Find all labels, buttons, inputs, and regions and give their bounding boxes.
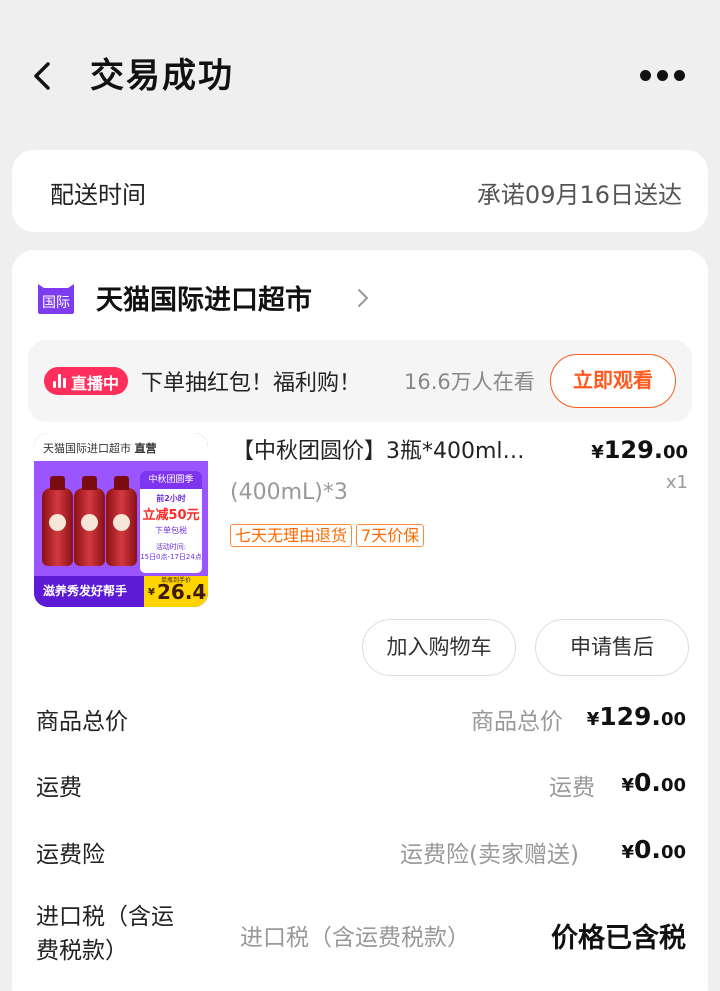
delivery-label: 配送时间 <box>50 181 146 209</box>
order-card: 国际 天猫国际进口超市 直播中 下单抽红包！福利购！ 16.6万人在看 立即观看… <box>12 250 708 991</box>
product-thumbnail[interactable]: 天猫国际进口超市 直营 中秋团圆季 前2小时 立减50元 下单包税 活动时间: 1… <box>34 433 208 607</box>
delivery-promise: 承诺09月16日送达 <box>476 181 682 209</box>
request-after-sale-button[interactable]: 申请售后 <box>535 619 689 676</box>
product-price: ¥129.00 <box>591 436 688 464</box>
shampoo-bottle-icon <box>74 476 105 566</box>
service-tag: 七天无理由退货 <box>230 524 353 547</box>
live-viewer-count: 16.6万人在看 <box>404 370 535 394</box>
shipping-amount: ¥0.00 <box>621 768 687 797</box>
page-title: 交易成功 <box>90 56 234 96</box>
product-spec: (400mL)*3 <box>230 480 348 505</box>
thumb-store-banner: 天猫国际进口超市 直营 <box>34 433 208 461</box>
chevron-left-icon[interactable] <box>28 58 58 94</box>
live-promo-text: 下单抽红包！福利购！ <box>141 371 362 396</box>
shampoo-bottle-icon <box>106 476 137 566</box>
svg-text:国际: 国际 <box>42 295 70 311</box>
live-bars-icon <box>53 374 67 388</box>
tmall-global-logo: 国际 <box>38 284 74 314</box>
watch-now-button[interactable]: 立即观看 <box>550 354 676 408</box>
chevron-right-icon[interactable] <box>355 286 371 310</box>
more-dots-icon[interactable] <box>636 66 686 86</box>
product-title[interactable]: 【中秋团圆价】3瓶*400ml… <box>232 433 525 465</box>
top-bar: 交易成功 <box>0 0 720 145</box>
thumb-product-shot: 中秋团圆季 前2小时 立减50元 下单包税 活动时间: 15日0点-17日24点 <box>34 461 208 576</box>
subtotal-amount: ¥129.00 <box>586 702 686 731</box>
thumb-promo-card: 中秋团圆季 前2小时 立减50元 下单包税 活动时间: 15日0点-17日24点 <box>140 471 202 573</box>
import-tax-value: 价格已含税 <box>551 923 686 954</box>
shop-name[interactable]: 天猫国际进口超市 <box>96 278 312 317</box>
service-tag: 7天价保 <box>356 524 425 547</box>
delivery-card: 配送时间 承诺09月16日送达 <box>12 150 708 232</box>
add-to-cart-button[interactable]: 加入购物车 <box>362 619 516 676</box>
thumb-unit-price: 单瓶到手价 ¥26.4 <box>144 576 208 607</box>
live-stream-banner[interactable]: 直播中 下单抽红包！福利购！ 16.6万人在看 立即观看 <box>28 340 692 422</box>
thumb-slogan-bar: 滋养秀发好帮手 单瓶到手价 ¥26.4 <box>34 576 208 607</box>
live-badge: 直播中 <box>44 367 128 395</box>
shipping-insurance-amount: ¥0.00 <box>621 835 687 864</box>
service-tags: 七天无理由退货 7天价保 <box>230 524 428 547</box>
shampoo-bottle-icon <box>42 476 73 566</box>
product-quantity: x1 <box>665 472 688 493</box>
